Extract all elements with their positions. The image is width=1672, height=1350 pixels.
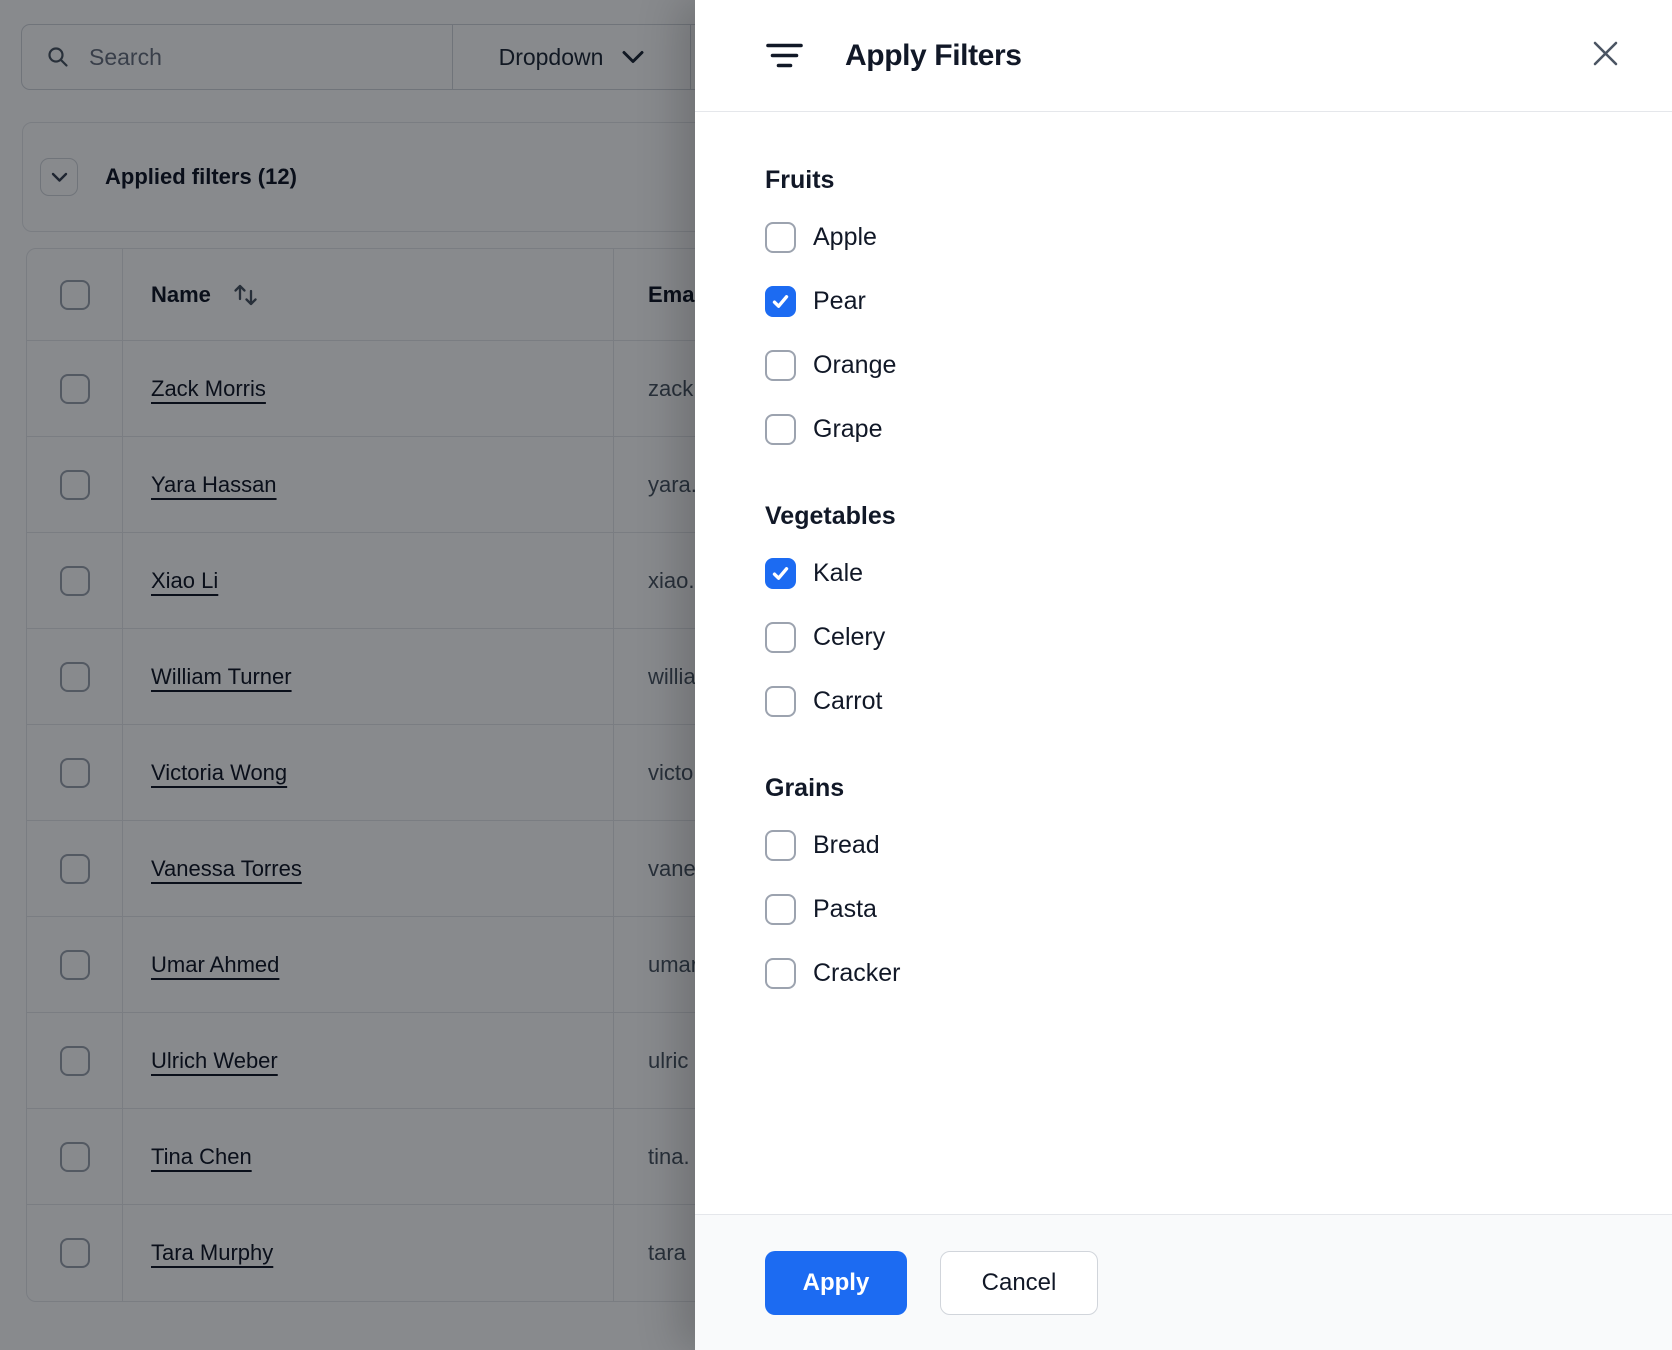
checkbox[interactable] bbox=[765, 621, 796, 653]
filter-option[interactable]: Orange bbox=[765, 345, 1602, 385]
close-icon bbox=[1593, 41, 1617, 65]
filter-group-options: Bread Pasta Cracker bbox=[765, 825, 1602, 993]
filter-option-label: Kale bbox=[813, 558, 864, 587]
filter-group-title: Grains bbox=[765, 774, 845, 802]
filter-option[interactable]: Celery bbox=[765, 617, 1602, 657]
checkmark-icon bbox=[772, 566, 789, 580]
checkbox[interactable] bbox=[765, 685, 796, 717]
filter-option-label: Celery bbox=[813, 622, 886, 651]
checkbox[interactable] bbox=[765, 829, 796, 861]
checkbox[interactable] bbox=[765, 957, 796, 989]
filter-icon bbox=[766, 42, 803, 69]
filter-group-options: Kale Celery Carrot bbox=[765, 553, 1602, 721]
filter-option[interactable]: Kale bbox=[765, 553, 1602, 593]
close-button[interactable] bbox=[1590, 38, 1620, 68]
filter-group-title: Fruits bbox=[765, 166, 835, 194]
panel-body: Fruits Apple Pear Orange Grape Vegetable… bbox=[695, 112, 1672, 1017]
filter-option[interactable]: Pasta bbox=[765, 889, 1602, 929]
checkbox[interactable] bbox=[765, 285, 796, 317]
filter-option-label: Cracker bbox=[813, 958, 901, 987]
filter-group: Fruits Apple Pear Orange Grape bbox=[765, 165, 1602, 473]
filter-option[interactable]: Pear bbox=[765, 281, 1602, 321]
apply-button[interactable]: Apply bbox=[765, 1250, 907, 1315]
checkbox[interactable] bbox=[765, 349, 796, 381]
filter-option[interactable]: Cracker bbox=[765, 953, 1602, 993]
checkbox[interactable] bbox=[765, 221, 796, 253]
screen: Dropdown Applied filters (12) N bbox=[0, 0, 1672, 1350]
filter-option-label: Carrot bbox=[813, 686, 883, 715]
filter-option-label: Pear bbox=[813, 286, 866, 315]
filter-group: Vegetables Kale Celery Carrot bbox=[765, 501, 1602, 745]
filter-option-label: Bread bbox=[813, 830, 880, 859]
filter-option[interactable]: Grape bbox=[765, 409, 1602, 449]
filter-group-options: Apple Pear Orange Grape bbox=[765, 217, 1602, 449]
filter-option-label: Orange bbox=[813, 350, 897, 379]
filter-option[interactable]: Apple bbox=[765, 217, 1602, 257]
cancel-button[interactable]: Cancel bbox=[940, 1250, 1098, 1315]
checkbox[interactable] bbox=[765, 557, 796, 589]
apply-filters-panel: Apply Filters Fruits Apple Pear Orange G… bbox=[695, 0, 1672, 1350]
checkmark-icon bbox=[772, 294, 789, 308]
filter-option-label: Pasta bbox=[813, 894, 877, 923]
filter-option[interactable]: Carrot bbox=[765, 681, 1602, 721]
panel-header: Apply Filters bbox=[695, 0, 1672, 112]
filter-option-label: Grape bbox=[813, 414, 883, 443]
panel-title: Apply Filters bbox=[845, 38, 1022, 72]
filter-option[interactable]: Bread bbox=[765, 825, 1602, 865]
checkbox[interactable] bbox=[765, 413, 796, 445]
filter-group: Grains Bread Pasta Cracker bbox=[765, 773, 1602, 1017]
checkbox[interactable] bbox=[765, 893, 796, 925]
panel-footer: Apply Cancel bbox=[695, 1214, 1672, 1350]
filter-option-label: Apple bbox=[813, 222, 877, 251]
filter-group-title: Vegetables bbox=[765, 502, 896, 530]
